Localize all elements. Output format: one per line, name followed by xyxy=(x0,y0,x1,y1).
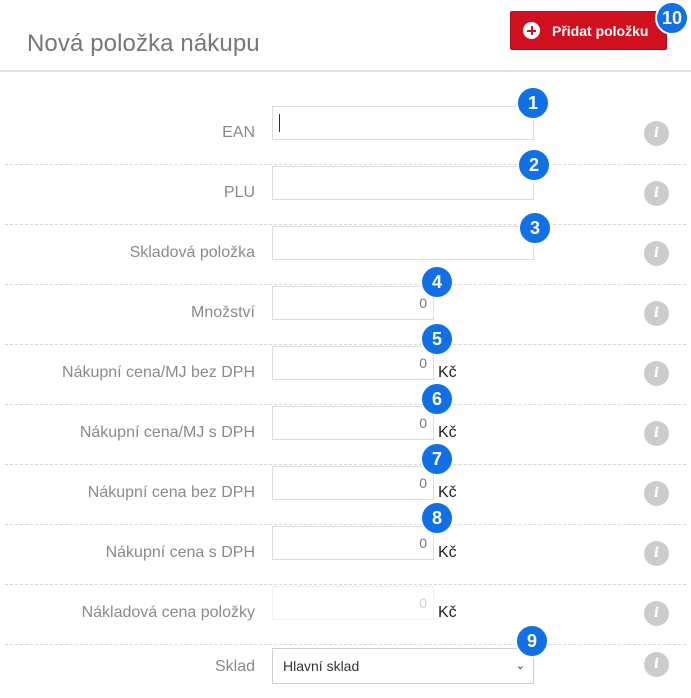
form-row-price-net: Nákupní cena bez DPH 0 Kč i xyxy=(0,465,691,525)
annotation-badge-1: 1 xyxy=(516,86,550,120)
info-icon[interactable]: i xyxy=(644,601,669,626)
ean-input[interactable] xyxy=(272,106,534,140)
ean-label: EAN xyxy=(222,124,255,141)
add-item-button-label: Přidat položku xyxy=(552,22,649,39)
plu-input[interactable] xyxy=(272,166,534,200)
info-icon[interactable]: i xyxy=(644,541,669,566)
info-icon[interactable]: i xyxy=(644,421,669,446)
annotation-badge-5: 5 xyxy=(420,322,454,356)
form-row-plu: PLU i xyxy=(0,165,691,225)
annotation-badge-2: 2 xyxy=(517,148,551,182)
currency-unit: Kč xyxy=(438,604,457,621)
form-row-stock-item: Skladová položka i xyxy=(0,225,691,285)
price-net-label: Nákupní cena bez DPH xyxy=(87,484,255,501)
info-icon[interactable]: i xyxy=(644,361,669,386)
form-row-price-gross: Nákupní cena s DPH 0 Kč i xyxy=(0,525,691,585)
price-gross-label: Nákupní cena s DPH xyxy=(105,544,255,561)
form-row-unit-price-gross: Nákupní cena/MJ s DPH 0 Kč i xyxy=(0,405,691,465)
plus-circle-icon xyxy=(523,22,540,39)
info-icon[interactable]: i xyxy=(644,241,669,266)
price-net-input[interactable]: 0 xyxy=(272,466,434,500)
unit-price-gross-label: Nákupní cena/MJ s DPH xyxy=(79,424,255,441)
unit-price-gross-input[interactable]: 0 xyxy=(272,406,434,440)
form-row-warehouse: Sklad Hlavní sklad ⌄ i xyxy=(0,638,691,698)
currency-unit: Kč xyxy=(438,364,457,381)
cost-price-input: 0 xyxy=(272,586,434,620)
form-row-quantity: Množství 0 i xyxy=(0,285,691,345)
info-icon[interactable]: i xyxy=(644,301,669,326)
header: Nová položka nákupu Přidat položku xyxy=(0,0,691,72)
info-icon[interactable]: i xyxy=(644,481,669,506)
form-row-cost-price: Nákladová cena položky 0 Kč i xyxy=(0,585,691,645)
cost-price-label: Nákladová cena položky xyxy=(81,604,255,621)
annotation-badge-8: 8 xyxy=(420,501,454,535)
annotation-badge-7: 7 xyxy=(420,442,454,476)
price-gross-input[interactable]: 0 xyxy=(272,526,434,560)
annotation-badge-3: 3 xyxy=(518,211,552,245)
quantity-label: Množství xyxy=(190,304,255,321)
annotation-badge-9: 9 xyxy=(515,624,549,658)
info-icon[interactable]: i xyxy=(644,652,669,677)
text-caret xyxy=(279,114,280,132)
stock-item-input[interactable] xyxy=(272,226,534,260)
plu-label: PLU xyxy=(223,184,255,201)
currency-unit: Kč xyxy=(438,544,457,561)
stock-item-label: Skladová položka xyxy=(129,244,255,261)
warehouse-select[interactable]: Hlavní sklad ⌄ xyxy=(272,648,534,684)
add-item-button[interactable]: Přidat položku xyxy=(510,11,667,50)
annotation-badge-4: 4 xyxy=(420,265,454,299)
annotation-badge-10: 10 xyxy=(655,1,689,35)
quantity-input[interactable]: 0 xyxy=(272,286,434,320)
warehouse-label: Sklad xyxy=(214,658,255,675)
annotation-badge-6: 6 xyxy=(420,382,454,416)
unit-price-net-input[interactable]: 0 xyxy=(272,346,434,380)
page-title: Nová položka nákupu xyxy=(27,30,260,57)
info-icon[interactable]: i xyxy=(644,181,669,206)
form-row-ean: EAN i xyxy=(0,105,691,165)
info-icon[interactable]: i xyxy=(644,121,669,146)
unit-price-net-label: Nákupní cena/MJ bez DPH xyxy=(62,364,255,381)
currency-unit: Kč xyxy=(438,424,457,441)
currency-unit: Kč xyxy=(438,484,457,501)
warehouse-select-value: Hlavní sklad xyxy=(283,658,360,674)
form-row-unit-price-net: Nákupní cena/MJ bez DPH 0 Kč i xyxy=(0,345,691,405)
